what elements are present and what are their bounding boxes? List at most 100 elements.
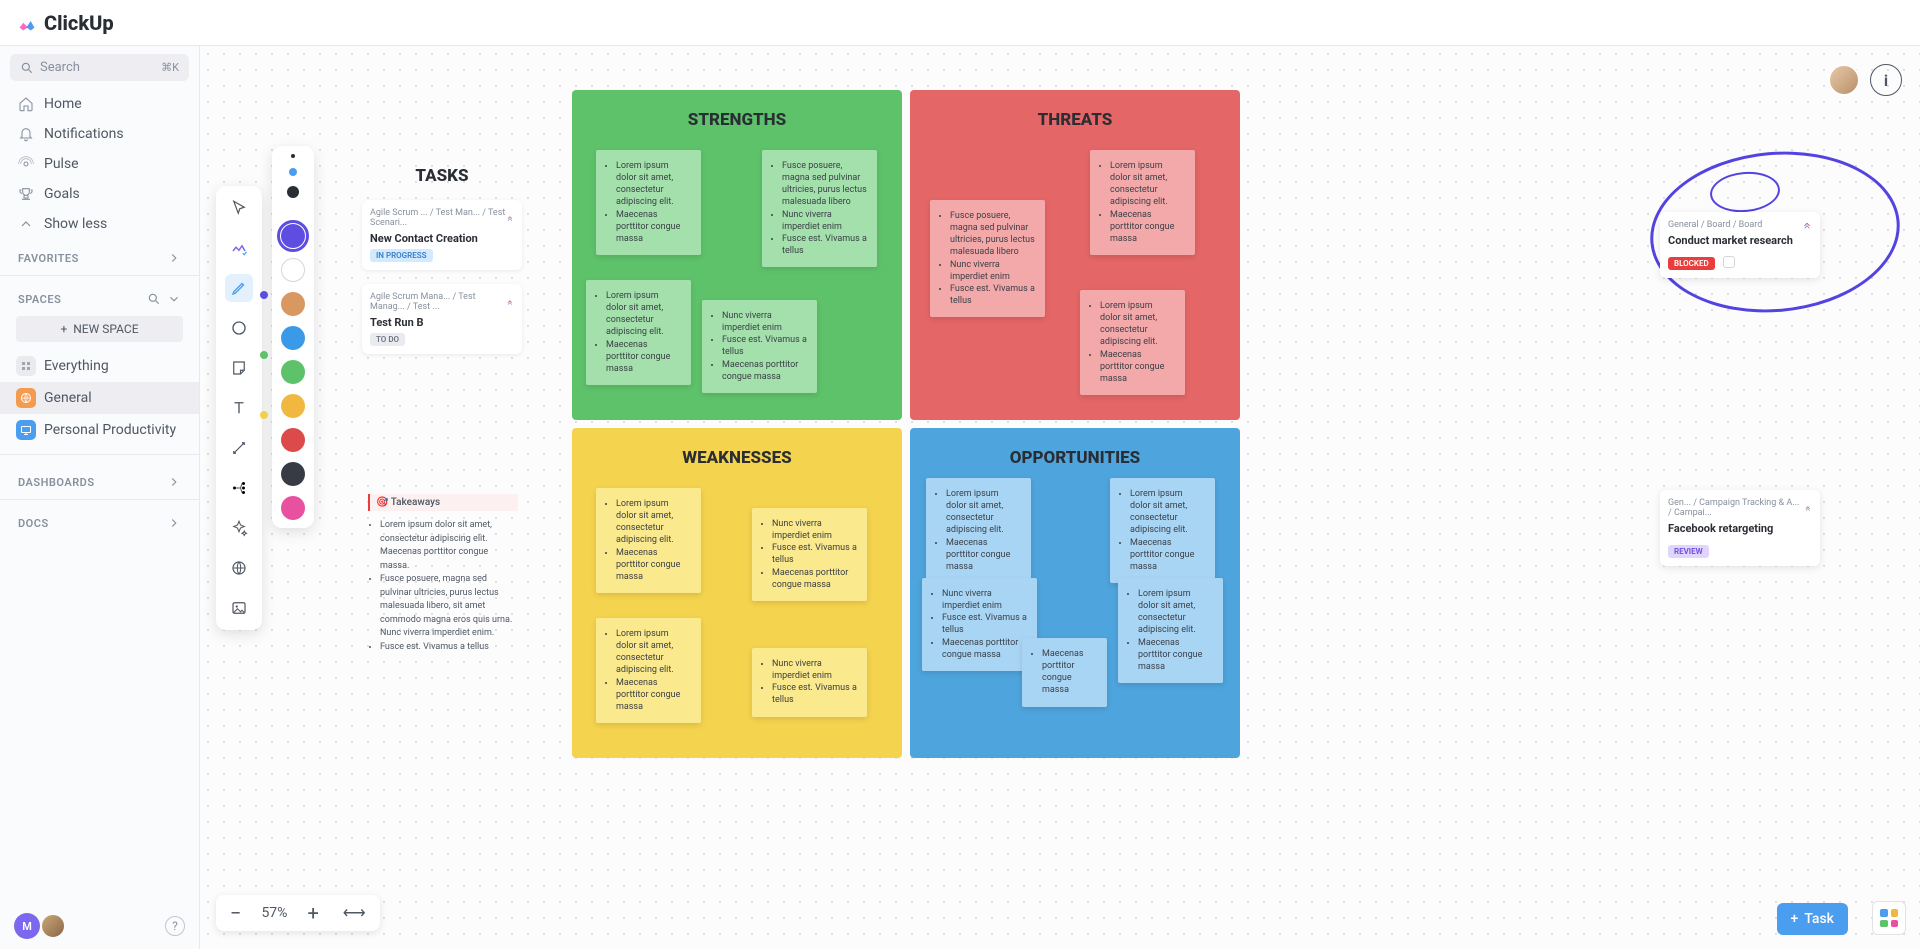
sticky-note[interactable]: Lorem ipsum dolor sit amet, consectetur … (586, 280, 691, 385)
image-icon (230, 599, 248, 617)
color-purple[interactable] (281, 224, 305, 248)
sticky-note[interactable]: Lorem ipsum dolor sit amet, consectetur … (596, 150, 701, 255)
search-input[interactable]: Search ⌘K (10, 54, 189, 81)
takeaways-header: 🎯 Takeaways (368, 494, 518, 511)
tool-select[interactable] (225, 194, 253, 222)
tasks-header: TASKS (362, 166, 522, 186)
chevron-right-icon (167, 251, 181, 265)
clickup-logo-icon (16, 12, 38, 34)
recent-yellow[interactable] (260, 411, 268, 419)
chevron-right-icon (167, 475, 181, 489)
fit-width-button[interactable]: ⟷ (339, 903, 370, 923)
sticky-note[interactable]: Maecenas porttitor congue massa (1022, 638, 1107, 707)
sticky-note[interactable]: Lorem ipsum dolor sit amet, consectetur … (926, 478, 1031, 583)
stroke-size-large[interactable] (287, 186, 299, 198)
sticky-note[interactable]: Nunc viverra imperdiet enimFusce est. Vi… (752, 648, 867, 717)
quadrant-threats[interactable]: THREATS Lorem ipsum dolor sit amet, cons… (910, 90, 1240, 420)
new-space-button[interactable]: + NEW SPACE (16, 316, 183, 342)
sticky-note[interactable]: Lorem ipsum dolor sit amet, consectetur … (1118, 578, 1223, 683)
search-icon[interactable] (147, 292, 161, 306)
clickup-task-icon (230, 239, 248, 257)
sticky-note[interactable]: Lorem ipsum dolor sit amet, consectetur … (596, 618, 701, 723)
color-black[interactable] (281, 462, 305, 486)
section-spaces: SPACES (0, 280, 199, 312)
color-red[interactable] (281, 428, 305, 452)
recent-purple[interactable] (260, 291, 268, 299)
stroke-size-small[interactable] (291, 154, 295, 158)
monitor-icon (20, 424, 32, 436)
user-avatar-photo[interactable] (40, 913, 66, 939)
apps-button[interactable] (1872, 901, 1906, 935)
checkbox-icon[interactable] (1723, 256, 1735, 268)
recent-colors (260, 291, 268, 419)
info-button[interactable]: i (1870, 64, 1902, 96)
space-personal[interactable]: Personal Productivity (0, 414, 199, 446)
task-card-1[interactable]: Agile Scrum ... / Test Man... / Test Sce… (362, 200, 522, 270)
help-button[interactable]: ? (165, 916, 185, 936)
sticky-note[interactable]: Fusce posuere, magna sed pulvinar ultric… (762, 150, 877, 267)
task-card-research[interactable]: General / Board / Board Conduct market r… (1660, 212, 1820, 278)
sticky-note[interactable]: Nunc viverra imperdiet enimFusce est. Vi… (922, 578, 1037, 671)
space-general[interactable]: General (0, 382, 199, 414)
recent-green[interactable] (260, 351, 268, 359)
color-blue[interactable] (281, 326, 305, 350)
sticky-note[interactable]: Nunc viverra imperdiet enimFusce est. Vi… (702, 300, 817, 393)
nav-notifications[interactable]: Notifications (0, 119, 199, 149)
chevron-down-icon[interactable] (167, 292, 181, 306)
color-green[interactable] (281, 360, 305, 384)
nav-goals[interactable]: Goals (0, 179, 199, 209)
section-docs[interactable]: DOCS (0, 504, 199, 536)
color-white[interactable] (281, 258, 305, 282)
color-tan[interactable] (281, 292, 305, 316)
tool-pen[interactable] (225, 274, 253, 302)
user-avatar-initial[interactable]: M (14, 913, 40, 939)
sticky-note[interactable]: Lorem ipsum dolor sit amet, consectetur … (596, 488, 701, 593)
tool-image[interactable] (225, 594, 253, 622)
presence-avatar[interactable] (1828, 64, 1860, 96)
plus-icon: + (1791, 911, 1799, 927)
tool-note[interactable] (225, 354, 253, 382)
tool-web[interactable] (225, 554, 253, 582)
sticky-note[interactable]: Lorem ipsum dolor sit amet, consectetur … (1090, 150, 1195, 255)
new-task-fab[interactable]: +Task (1777, 903, 1848, 935)
whiteboard-canvas[interactable]: i TASKS (200, 46, 1920, 949)
quadrant-opportunities[interactable]: OPPORTUNITIES Lorem ipsum dolor sit amet… (910, 428, 1240, 758)
section-favorites[interactable]: FAVORITES (0, 239, 199, 271)
sticky-note[interactable]: Nunc viverra imperdiet enimFusce est. Vi… (752, 508, 867, 601)
sticky-note[interactable]: Fusce posuere, magna sed pulvinar ultric… (930, 200, 1045, 317)
task-card-facebook[interactable]: Gen... / Campaign Tracking & A... / Camp… (1660, 490, 1820, 566)
nav-home[interactable]: Home (0, 89, 199, 119)
quadrant-strengths[interactable]: STRENGTHS Lorem ipsum dolor sit amet, co… (572, 90, 902, 420)
cursor-icon (230, 199, 248, 217)
status-badge: BLOCKED (1668, 257, 1715, 270)
tool-connector[interactable] (225, 434, 253, 462)
stroke-size-medium[interactable] (289, 168, 297, 176)
tool-mindmap[interactable] (225, 474, 253, 502)
chevron-right-icon (167, 516, 181, 530)
section-dashboards[interactable]: DASHBOARDS (0, 463, 199, 495)
zoom-out-button[interactable]: − (226, 901, 245, 925)
tool-text[interactable] (225, 394, 253, 422)
sparkle-icon (230, 519, 248, 537)
pen-icon (230, 279, 248, 297)
tool-shape[interactable] (225, 314, 253, 342)
search-kbd: ⌘K (161, 61, 179, 74)
nav-pulse[interactable]: Pulse (0, 149, 199, 179)
priority-icon (1804, 503, 1812, 513)
app-logo[interactable]: ClickUp (16, 11, 114, 35)
color-yellow[interactable] (281, 394, 305, 418)
sticky-note-icon (230, 359, 248, 377)
space-everything[interactable]: Everything (0, 350, 199, 382)
sticky-note[interactable]: Lorem ipsum dolor sit amet, consectetur … (1110, 478, 1215, 583)
quadrant-weaknesses[interactable]: WEAKNESSES Lorem ipsum dolor sit amet, c… (572, 428, 902, 758)
sticky-note[interactable]: Lorem ipsum dolor sit amet, consectetur … (1080, 290, 1185, 395)
bell-icon (18, 126, 34, 142)
zoom-in-button[interactable]: + (303, 901, 322, 925)
color-pink[interactable] (281, 496, 305, 520)
home-icon (18, 96, 34, 112)
tool-task[interactable] (225, 234, 253, 262)
nav-showless[interactable]: Show less (0, 209, 199, 239)
takeaways-block[interactable]: 🎯 Takeaways Lorem ipsum dolor sit amet, … (368, 494, 518, 654)
tool-ai[interactable] (225, 514, 253, 542)
task-card-2[interactable]: Agile Scrum Mana... / Test Manag... / Te… (362, 284, 522, 354)
